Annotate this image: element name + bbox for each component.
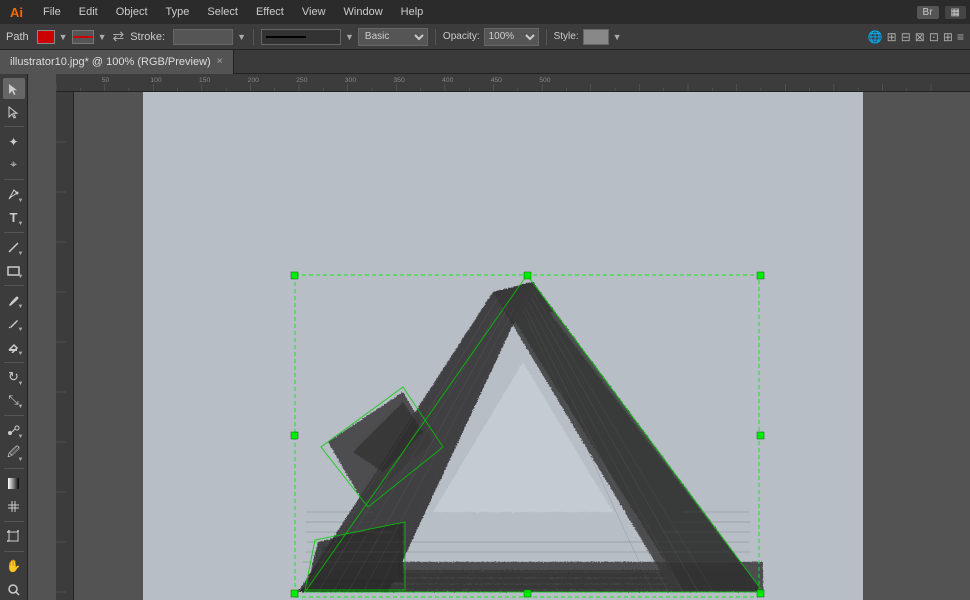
stroke-options-icon[interactable]: ⇄ [112, 28, 124, 45]
mesh-button[interactable] [3, 496, 25, 517]
workspace-button[interactable]: ▦ [945, 6, 966, 19]
svg-text:150: 150 [199, 77, 211, 84]
stroke-weight-arrow[interactable]: ▼ [237, 32, 246, 42]
more-icon[interactable]: ≡ [957, 30, 964, 44]
transform-icon[interactable]: ⊞ [887, 30, 897, 44]
gradient-button[interactable] [3, 473, 25, 494]
svg-text:300: 300 [345, 77, 357, 84]
tabbar: illustrator10.jpg* @ 100% (RGB/Preview) … [0, 50, 970, 74]
separator-2 [4, 179, 24, 180]
stroke-weight-input[interactable] [173, 29, 233, 45]
style-arrow[interactable]: ▼ [613, 32, 622, 42]
divider-1 [253, 29, 254, 45]
style-label: Style: [554, 31, 579, 42]
separator-4 [4, 285, 24, 286]
doc-title: illustrator10.jpg* @ 100% (RGB/Preview) [10, 56, 211, 68]
selection-tool-button[interactable] [3, 78, 25, 99]
hand-button[interactable]: ✋ [3, 556, 25, 577]
divider-2 [435, 29, 436, 45]
fill-arrow[interactable]: ▼ [59, 32, 68, 42]
separator-7 [4, 468, 24, 469]
svg-text:50: 50 [102, 77, 110, 84]
direct-selection-tool-button[interactable] [3, 101, 25, 122]
separator-5 [4, 362, 24, 363]
stroke-label: Stroke: [130, 31, 165, 43]
separator-8 [4, 521, 24, 522]
artwork-svg [143, 92, 863, 600]
separator-6 [4, 415, 24, 416]
menu-window[interactable]: Window [336, 4, 391, 20]
scale-button[interactable]: ⤡ ▼ [3, 390, 25, 411]
eraser-button[interactable]: ▼ [3, 336, 25, 357]
type-button[interactable]: T ▼ [3, 207, 25, 228]
line-button[interactable]: ▼ [3, 237, 25, 258]
stroke-style-arrow[interactable]: ▼ [345, 32, 354, 42]
separator-1 [4, 126, 24, 127]
earth-icon[interactable]: 🌐 [868, 30, 883, 44]
menu-effect[interactable]: Effect [248, 4, 292, 20]
style-swatch[interactable] [583, 29, 609, 45]
svg-text:500: 500 [539, 77, 551, 84]
main-layout: ✦ ⌖ ▼ T ▼ ▼ ▼ ▼ ▼ [0, 74, 970, 600]
toolbar: ✦ ⌖ ▼ T ▼ ▼ ▼ ▼ ▼ [0, 74, 28, 600]
document-tab[interactable]: illustrator10.jpg* @ 100% (RGB/Preview) … [0, 50, 234, 74]
separator-9 [4, 551, 24, 552]
app-logo: Ai [4, 5, 29, 20]
lasso-button[interactable]: ⌖ [3, 154, 25, 175]
close-tab-button[interactable]: × [217, 56, 223, 67]
opacity-selector[interactable]: 100% [484, 28, 539, 46]
menu-view[interactable]: View [294, 4, 334, 20]
eyedropper-button[interactable]: 🖉 ▼ [3, 443, 25, 464]
horizontal-ruler: 50 100 150 200 250 300 350 400 450 500 [56, 74, 970, 92]
stroke-style-selector[interactable] [261, 29, 341, 45]
stroke-icon [72, 30, 94, 44]
stroke-arrow[interactable]: ▼ [98, 32, 107, 42]
rotate-button[interactable]: ↻ ▼ [3, 366, 25, 387]
right-icons: 🌐 ⊞ ⊟ ⊠ ⊡ ⊞ ≡ [868, 30, 964, 44]
column-icon[interactable]: ⊞ [943, 30, 953, 44]
artboard [143, 92, 863, 600]
blend-button[interactable]: ▼ [3, 420, 25, 441]
stroke-line-preview [266, 36, 306, 38]
menubar: Ai File Edit Object Type Select Effect V… [0, 0, 970, 24]
svg-text:450: 450 [491, 77, 503, 84]
menu-type[interactable]: Type [158, 4, 198, 20]
menu-object[interactable]: Object [108, 4, 156, 20]
svg-text:250: 250 [296, 77, 308, 84]
path-label: Path [6, 31, 29, 43]
svg-text:350: 350 [393, 77, 405, 84]
menu-help[interactable]: Help [393, 4, 432, 20]
svg-text:100: 100 [150, 77, 162, 84]
menu-file[interactable]: File [35, 4, 69, 20]
menu-select[interactable]: Select [199, 4, 246, 20]
separator-3 [4, 232, 24, 233]
align-right-icon[interactable]: ⊡ [929, 30, 939, 44]
style-dropdown[interactable]: Basic [358, 28, 428, 46]
rect-button[interactable]: ▼ [3, 260, 25, 281]
bridge-button[interactable]: Br [917, 6, 939, 19]
canvas-area[interactable]: 50 100 150 200 250 300 350 400 450 500 [28, 74, 970, 600]
divider-3 [546, 29, 547, 45]
pen-button[interactable]: ▼ [3, 184, 25, 205]
align-left-icon[interactable]: ⊟ [901, 30, 911, 44]
fill-color-swatch[interactable] [37, 30, 55, 44]
menu-edit[interactable]: Edit [71, 4, 106, 20]
opacity-label: Opacity: [443, 31, 480, 42]
vertical-ruler [56, 92, 74, 600]
align-center-icon[interactable]: ⊠ [915, 30, 925, 44]
svg-text:400: 400 [442, 77, 454, 84]
optionsbar: Path ▼ ▼ ⇄ Stroke: ▼ ▼ Basic Opacity: 10… [0, 24, 970, 50]
pencil-button[interactable]: ▼ [3, 313, 25, 334]
artboard-button[interactable] [3, 526, 25, 547]
magic-wand-button[interactable]: ✦ [3, 131, 25, 152]
svg-text:200: 200 [248, 77, 260, 84]
paintbrush-button[interactable]: ▼ [3, 290, 25, 311]
zoom-button[interactable] [3, 579, 25, 600]
